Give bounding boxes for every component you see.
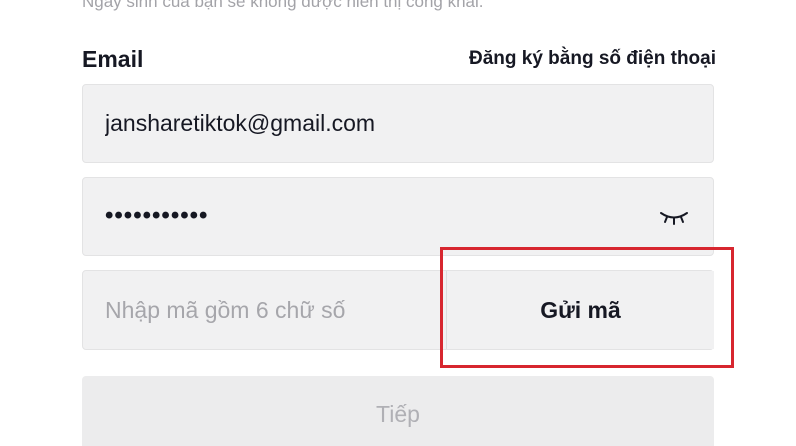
- email-field-container: [82, 84, 714, 163]
- password-input[interactable]: •••••••••••: [105, 202, 208, 230]
- next-button[interactable]: Tiếp: [82, 376, 714, 446]
- birthday-privacy-hint: Ngày sinh của bạn sẽ không được hiển thị…: [82, 0, 484, 11]
- email-input[interactable]: [83, 85, 713, 162]
- verification-code-input[interactable]: [83, 271, 443, 349]
- phone-signup-link[interactable]: Đăng ký bằng số điện thoại: [469, 48, 716, 70]
- highlight-annotation-box: [440, 247, 734, 368]
- signup-form: Ngày sinh của bạn sẽ không được hiển thị…: [0, 0, 796, 446]
- code-input-wrapper: [83, 271, 443, 349]
- email-label: Email: [82, 45, 144, 72]
- eye-closed-icon[interactable]: [659, 208, 689, 226]
- password-field-container[interactable]: •••••••••••: [82, 177, 714, 256]
- email-label-row: Email Đăng ký bằng số điện thoại: [82, 44, 716, 74]
